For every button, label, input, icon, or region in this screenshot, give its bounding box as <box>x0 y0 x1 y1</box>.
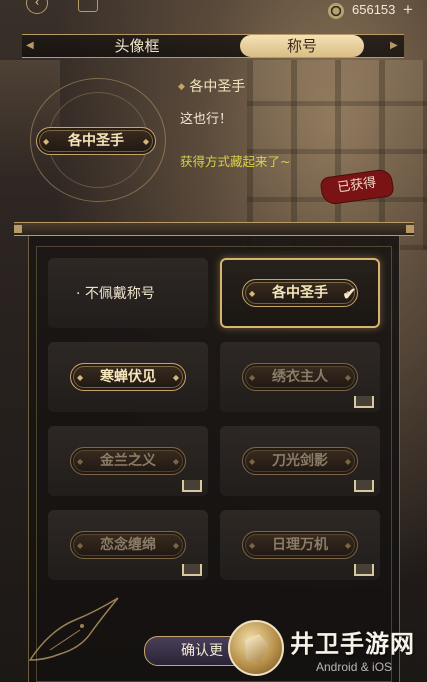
title-option-locked[interactable]: 金兰之义 <box>48 426 208 496</box>
title-plaque: 刀光剑影 <box>242 447 358 475</box>
watermark-logo-icon <box>228 620 284 676</box>
add-currency-button[interactable]: + <box>403 0 413 20</box>
title-option-none[interactable]: · 不佩戴称号 <box>48 258 208 328</box>
title-plaque: 金兰之义 <box>70 447 186 475</box>
title-option[interactable]: 寒蝉伏见 <box>48 342 208 412</box>
locked-icon <box>354 480 374 492</box>
locked-icon <box>182 480 202 492</box>
coin-icon <box>328 3 344 19</box>
selected-title-text: 各中圣手 <box>189 79 246 95</box>
tab-avatar-frame[interactable]: 头像框 <box>62 35 212 57</box>
title-option-locked[interactable]: 刀光剑影 <box>220 426 380 496</box>
title-plaque: 日理万机 <box>242 531 358 559</box>
currency-amount: 656153 <box>352 2 396 17</box>
title-source: 获得方式藏起来了~ <box>180 154 291 169</box>
selected-title-name: ◆ 各中圣手 <box>178 76 245 96</box>
watermark-text: 井卫手游网 <box>290 630 415 658</box>
title-option-locked[interactable]: 恋念缠绵 <box>48 510 208 580</box>
back-button[interactable]: ‹ <box>26 0 48 14</box>
tab-bar-cap-right-icon: ▶ <box>390 40 398 51</box>
diamond-ornament-icon: ◆ <box>178 82 185 92</box>
tab-title[interactable]: 称号 <box>240 35 364 57</box>
title-plaque: 各中圣手 <box>242 279 358 307</box>
locked-icon <box>354 396 374 408</box>
title-option-locked[interactable]: 绣衣主人 <box>220 342 380 412</box>
top-bar: ‹ 656153 + <box>0 0 427 22</box>
check-icon: ✔ <box>342 284 358 305</box>
title-option-locked[interactable]: 日理万机 <box>220 510 380 580</box>
tab-bar-cap-left-icon: ◀ <box>26 40 34 51</box>
home-button[interactable] <box>78 0 98 12</box>
watermark-subtext: Android & iOS <box>316 660 393 674</box>
back-arrow-icon: ‹ <box>34 0 40 9</box>
crane-ornament-icon <box>28 597 119 661</box>
locked-icon <box>182 564 202 576</box>
title-plaque: 恋念缠绵 <box>70 531 186 559</box>
title-option-selected[interactable]: 各中圣手 ✔ <box>220 258 380 328</box>
scroll-rod-top <box>14 222 414 236</box>
locked-icon <box>354 564 374 576</box>
title-option-label: · 不佩戴称号 <box>76 286 155 302</box>
title-plaque: 寒蝉伏见 <box>70 363 186 391</box>
tab-bar: ◀ 头像框 称号 ▶ <box>22 34 404 58</box>
title-plaque: 绣衣主人 <box>242 363 358 391</box>
title-description: 这也行！ <box>180 112 233 127</box>
preview-title-plaque: 各中圣手 <box>36 127 156 155</box>
